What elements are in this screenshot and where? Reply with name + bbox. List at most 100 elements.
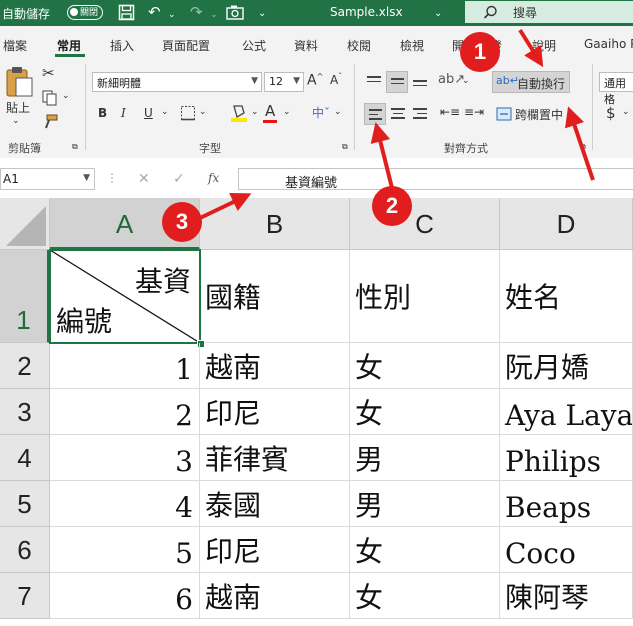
cell-a5[interactable]: 4 [50, 481, 200, 527]
formula-input[interactable]: 基資編號 [238, 168, 633, 191]
tab-data[interactable]: 資料 [294, 37, 318, 54]
font-name-select[interactable]: 新細明體 ▼ [92, 72, 262, 92]
cell-c2[interactable]: 女 [350, 343, 500, 389]
cancel-icon[interactable]: ✕ [138, 171, 150, 187]
save-icon[interactable] [118, 4, 135, 21]
align-left-button[interactable] [364, 103, 386, 125]
borders-dropdown-icon[interactable]: ⌄ [199, 107, 207, 117]
undo-icon[interactable]: ↶ [148, 4, 161, 20]
tab-file[interactable]: 檔案 [3, 37, 27, 54]
tab-page-layout[interactable]: 頁面配置 [162, 37, 210, 54]
align-top-icon[interactable] [367, 76, 381, 85]
cell-c4[interactable]: 男 [350, 435, 500, 481]
alignment-launcher-icon[interactable]: ⧉ [580, 142, 586, 152]
cell-c6[interactable]: 女 [350, 527, 500, 573]
redo-dropdown-icon[interactable]: ⌄ [210, 7, 218, 23]
cell-b4[interactable]: 菲律賓 [200, 435, 350, 481]
underline-button[interactable]: U [144, 106, 153, 120]
paste-label[interactable]: 貼上 [6, 99, 30, 116]
row-header-5[interactable]: 5 [0, 481, 50, 527]
tab-help[interactable]: 說明 [532, 37, 556, 54]
name-box[interactable]: A1 ▼ [0, 168, 95, 190]
align-right-icon[interactable] [413, 108, 427, 122]
underline-dropdown-icon[interactable]: ⌄ [161, 107, 169, 117]
font-color-icon[interactable]: A [265, 102, 275, 120]
cell-d3[interactable]: Aya Laya [500, 389, 633, 435]
row-header-1[interactable]: 1 [0, 250, 50, 343]
cell-c7[interactable]: 女 [350, 573, 500, 619]
undo-dropdown-icon[interactable]: ⌄ [168, 7, 176, 23]
cell-d6[interactable]: Coco [500, 527, 633, 573]
select-all-button[interactable] [0, 198, 50, 250]
row-header-3[interactable]: 3 [0, 389, 50, 435]
decrease-font-icon[interactable]: Aˇ [330, 72, 342, 87]
cell-c1[interactable]: 性別 [350, 250, 500, 343]
paste-icon[interactable] [4, 66, 34, 98]
align-middle-button[interactable] [386, 71, 408, 93]
tab-review[interactable]: 校閱 [347, 37, 371, 54]
align-bottom-icon[interactable] [413, 80, 427, 89]
filename-dropdown-icon[interactable]: ⌄ [434, 6, 442, 22]
cell-d2[interactable]: 阮月嬌 [500, 343, 633, 389]
cell-d4[interactable]: Philips [500, 435, 633, 481]
tab-home[interactable]: 常用 [57, 37, 81, 54]
fill-color-dropdown-icon[interactable]: ⌄ [251, 107, 259, 117]
cell-b5[interactable]: 泰國 [200, 481, 350, 527]
merge-center-icon[interactable] [496, 107, 512, 121]
column-header-b[interactable]: B [200, 198, 350, 250]
cell-b7[interactable]: 越南 [200, 573, 350, 619]
tab-gaaiho[interactable]: Gaaiho P [584, 37, 633, 51]
insert-function-icon[interactable]: fx [208, 171, 219, 185]
italic-button[interactable]: I [121, 106, 126, 120]
cell-d7[interactable]: 陳阿琴 [500, 573, 633, 619]
cell-a7[interactable]: 6 [50, 573, 200, 619]
cell-b3[interactable]: 印尼 [200, 389, 350, 435]
font-size-select[interactable]: 12 ▼ [264, 72, 304, 92]
redo-icon[interactable]: ↷ [190, 4, 203, 20]
align-center-icon[interactable] [391, 108, 405, 122]
cut-icon[interactable]: ✂ [42, 64, 55, 82]
phonetic-icon[interactable]: 中ˇ [312, 104, 330, 121]
cell-c3[interactable]: 女 [350, 389, 500, 435]
tab-view[interactable]: 檢視 [400, 37, 424, 54]
copy-icon[interactable] [42, 90, 58, 106]
phonetic-dropdown-icon[interactable]: ⌄ [334, 107, 342, 117]
cell-b6[interactable]: 印尼 [200, 527, 350, 573]
number-format-select[interactable]: 通用格 [599, 72, 633, 106]
increase-indent-icon[interactable]: ≡⇥ [464, 105, 484, 119]
cell-a2[interactable]: 1 [50, 343, 200, 389]
paste-dropdown-icon[interactable]: ⌄ [12, 116, 20, 126]
currency-dropdown-icon[interactable]: ⌄ [622, 107, 630, 117]
cell-b2[interactable]: 越南 [200, 343, 350, 389]
row-header-7[interactable]: 7 [0, 573, 50, 619]
clipboard-launcher-icon[interactable]: ⧉ [72, 142, 78, 152]
camera-icon[interactable] [226, 5, 244, 20]
bold-button[interactable]: B [98, 106, 107, 120]
column-header-d[interactable]: D [500, 198, 633, 250]
decrease-indent-icon[interactable]: ⇤≡ [440, 105, 460, 119]
increase-font-icon[interactable]: A^ [307, 72, 323, 89]
font-color-dropdown-icon[interactable]: ⌄ [283, 107, 291, 117]
row-header-4[interactable]: 4 [0, 435, 50, 481]
enter-icon[interactable]: ✓ [173, 171, 185, 187]
fill-color-icon[interactable] [230, 103, 248, 123]
format-painter-icon[interactable] [42, 114, 58, 130]
cell-a4[interactable]: 3 [50, 435, 200, 481]
cell-c5[interactable]: 男 [350, 481, 500, 527]
cell-d5[interactable]: Beaps [500, 481, 633, 527]
cell-d1[interactable]: 姓名 [500, 250, 633, 343]
currency-button[interactable]: $ [606, 104, 616, 122]
customize-toolbar-icon[interactable]: ⌄ [258, 6, 266, 22]
cell-a3[interactable]: 2 [50, 389, 200, 435]
merge-center-label[interactable]: 跨欄置中 [515, 106, 563, 123]
cell-b1[interactable]: 國籍 [200, 250, 350, 343]
wrap-text-button[interactable]: ab↵ 自動換行 [492, 71, 570, 93]
tab-insert[interactable]: 插入 [110, 37, 134, 54]
borders-icon[interactable] [180, 105, 196, 121]
row-header-2[interactable]: 2 [0, 343, 50, 389]
orientation-dropdown-icon[interactable]: ⌄ [462, 76, 470, 86]
row-header-6[interactable]: 6 [0, 527, 50, 573]
tab-formulas[interactable]: 公式 [242, 37, 266, 54]
autosave-toggle[interactable]: 關閉 [67, 5, 103, 20]
font-launcher-icon[interactable]: ⧉ [342, 142, 348, 152]
